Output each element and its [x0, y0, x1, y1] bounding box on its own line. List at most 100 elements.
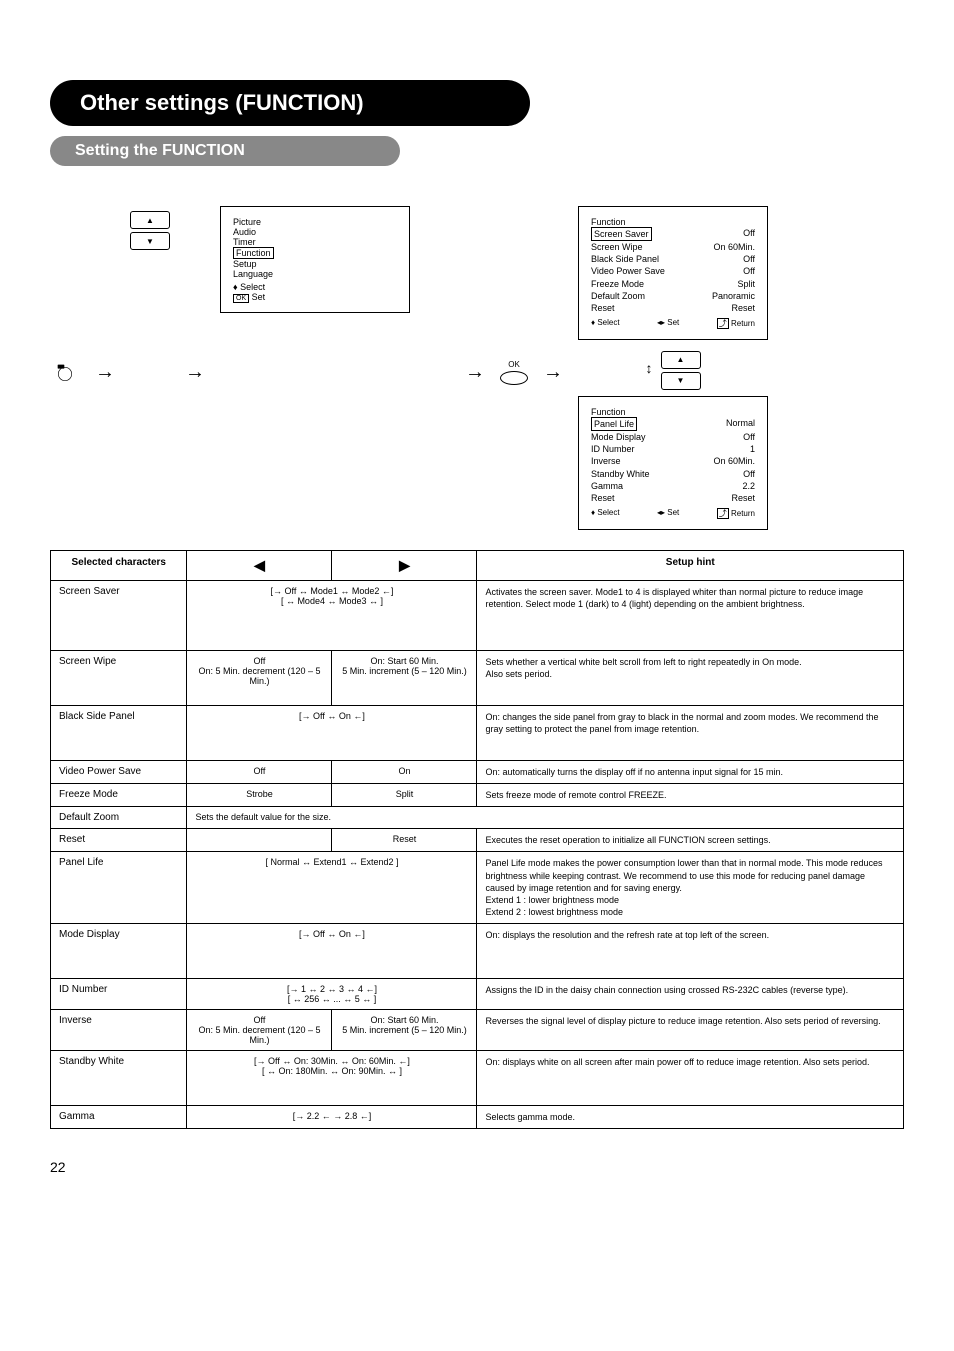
function-menu-osd-2: Function Panel Life Normal Mode Display Of…	[578, 396, 768, 530]
footer-return: Return	[731, 509, 755, 518]
setting-name: Reset	[51, 829, 187, 852]
osd-value: Off	[743, 265, 755, 277]
osd-item-selected: Panel Life	[591, 417, 637, 431]
table-header-hint: Setup hint	[477, 550, 904, 580]
setting-hint: Sets whether a vertical white belt scrol…	[477, 650, 904, 705]
settings-table: Selected characters ◀ ▶ Setup hint Scree…	[50, 550, 904, 1129]
setting-name: Video Power Save	[51, 760, 187, 783]
setting-hint: Activates the screen saver. Mode1 to 4 i…	[477, 580, 904, 650]
footer-set: Set	[667, 508, 679, 517]
table-row: Reset Reset Executes the reset operation…	[51, 829, 904, 852]
menu-button-icon	[50, 362, 80, 382]
setting-option-right: Reset	[332, 829, 477, 852]
osd-item: Mode Display	[591, 431, 646, 443]
setting-name: Gamma	[51, 1106, 187, 1129]
setting-option-right: On	[332, 760, 477, 783]
setting-option-left	[187, 829, 332, 852]
setting-name: Panel Life	[51, 852, 187, 924]
osd-value: On 60Min.	[713, 241, 755, 253]
menu-item-selected: Function	[233, 247, 274, 259]
down-button-icon: ▼	[661, 372, 701, 390]
table-header-selected: Selected characters	[51, 550, 187, 580]
menu-item: Picture	[233, 217, 397, 227]
table-row: Video Power Save Off On On: automaticall…	[51, 760, 904, 783]
osd-item: Inverse	[591, 455, 621, 467]
up-down-buttons: ▲ ▼	[130, 211, 170, 250]
setting-options: Sets the default value for the size.	[187, 807, 904, 829]
osd-title: Function	[591, 217, 755, 227]
arrow-right-icon: →	[95, 361, 115, 384]
updown-arrow-icon: ↕	[646, 361, 653, 375]
footer-set: Set	[252, 292, 266, 302]
setting-option-right: Split	[332, 784, 477, 807]
footer-set: Set	[667, 318, 679, 327]
setting-option-right: On: Start 60 Min. 5 Min. increment (5 – …	[332, 1010, 477, 1051]
osd-title: Function	[591, 407, 755, 417]
setting-hint: On: automatically turns the display off …	[477, 760, 904, 783]
main-menu-osd: Picture Audio Timer Function Setup Langu…	[220, 206, 410, 313]
setting-hint: Sets freeze mode of remote control FREEZ…	[477, 784, 904, 807]
arrow-right-icon: →	[185, 361, 205, 384]
table-row: Black Side Panel [→ Off ↔ On ←] On: chan…	[51, 705, 904, 760]
section-title: Setting the FUNCTION	[50, 136, 400, 166]
setting-hint: Panel Life mode makes the power consumpt…	[477, 852, 904, 924]
osd-item: Default Zoom	[591, 290, 645, 302]
setting-name: Default Zoom	[51, 807, 187, 829]
table-row: Screen Saver [→ Off ↔ Mode1 ↔ Mode2 ←] […	[51, 580, 904, 650]
osd-value: Split	[737, 278, 755, 290]
ok-box-label: OK	[233, 294, 249, 303]
footer-select: Select	[597, 318, 619, 327]
footer-select: Select	[597, 508, 619, 517]
setting-hint: Selects gamma mode.	[477, 1106, 904, 1129]
setting-hint: On: displays white on all screen after m…	[477, 1051, 904, 1106]
menu-item: Audio	[233, 227, 397, 237]
setting-options: [→ Off ↔ On: 30Min. ↔ On: 60Min. ←] [ ↔ …	[187, 1051, 477, 1106]
osd-value: On 60Min.	[713, 455, 755, 467]
navigation-diagram: → ▲ ▼ → Picture Audio Timer Function Set…	[50, 206, 904, 530]
setting-option-left: Off On: 5 Min. decrement (120 – 5 Min.)	[187, 650, 332, 705]
osd-value: Panoramic	[712, 290, 755, 302]
osd-value: Reset	[731, 492, 755, 504]
setting-name: Freeze Mode	[51, 784, 187, 807]
osd-item: Black Side Panel	[591, 253, 659, 265]
osd-value: Normal	[726, 417, 755, 431]
down-button-icon: ▼	[130, 232, 170, 250]
setting-name: Screen Saver	[51, 580, 187, 650]
setting-option-right: On: Start 60 Min. 5 Min. increment (5 – …	[332, 650, 477, 705]
osd-value: Off	[743, 253, 755, 265]
function-menu-osd-1: Function Screen Saver Off Screen Wipe On 6…	[578, 206, 768, 340]
osd-value: Off	[743, 468, 755, 480]
osd-item-selected: Screen Saver	[591, 227, 652, 241]
menu-item: Setup	[233, 259, 397, 269]
setting-options: [→ Off ↔ On ←]	[187, 924, 477, 979]
osd-item: ID Number	[591, 443, 635, 455]
setting-options: [→ Off ↔ On ←]	[187, 705, 477, 760]
table-row: Mode Display [→ Off ↔ On ←] On: displays…	[51, 924, 904, 979]
setting-name: Mode Display	[51, 924, 187, 979]
table-row: Default Zoom Sets the default value for …	[51, 807, 904, 829]
page-number: 22	[50, 1159, 904, 1175]
setting-options: [ Normal ↔ Extend1 ↔ Extend2 ]	[187, 852, 477, 924]
up-button-icon: ▲	[130, 211, 170, 229]
setting-name: Black Side Panel	[51, 705, 187, 760]
page-title: Other settings (FUNCTION)	[50, 80, 530, 126]
osd-value: Reset	[731, 302, 755, 314]
osd-value: 2.2	[742, 480, 755, 492]
table-row: Panel Life [ Normal ↔ Extend1 ↔ Extend2 …	[51, 852, 904, 924]
arrow-right-icon: →	[465, 361, 485, 384]
table-row: Screen Wipe Off On: 5 Min. decrement (12…	[51, 650, 904, 705]
table-header-right-icon: ▶	[332, 550, 477, 580]
up-button-icon: ▲	[661, 351, 701, 369]
table-header-left-icon: ◀	[187, 550, 332, 580]
arrow-right-icon: →	[543, 361, 563, 384]
table-row: Inverse Off On: 5 Min. decrement (120 – …	[51, 1010, 904, 1051]
table-row: Gamma [→ 2.2 ← → 2.8 ←] Selects gamma mo…	[51, 1106, 904, 1129]
menu-item: Language	[233, 269, 397, 279]
osd-item: Gamma	[591, 480, 623, 492]
osd-item: Screen Wipe	[591, 241, 643, 253]
setting-hint: On: changes the side panel from gray to …	[477, 705, 904, 760]
setting-hint: Assigns the ID in the daisy chain connec…	[477, 979, 904, 1010]
osd-value: 1	[750, 443, 755, 455]
setting-name: Inverse	[51, 1010, 187, 1051]
osd-item: Reset	[591, 492, 615, 504]
